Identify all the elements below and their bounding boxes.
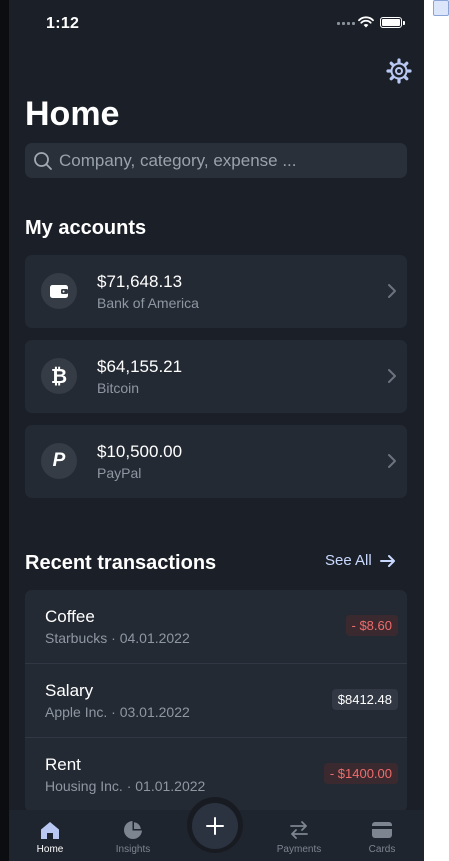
- app-screen: 1:12 Home My acco: [9, 0, 424, 861]
- pie-chart-icon: [123, 819, 143, 841]
- tab-label: Home: [36, 844, 64, 855]
- status-time: 1:12: [46, 15, 80, 32]
- transaction-subtitle: Housing Inc. · 01.01.2022: [45, 778, 206, 794]
- page-title: Home: [25, 95, 120, 133]
- chevron-right-icon: [388, 454, 396, 468]
- chevron-right-icon: [388, 284, 396, 298]
- transaction-subtitle: Starbucks · 04.01.2022: [45, 630, 190, 646]
- cellular-signal-icon: [337, 22, 355, 25]
- tab-insights[interactable]: Insights: [98, 810, 168, 861]
- account-name: Bank of America: [97, 295, 199, 311]
- tab-label: Insights: [115, 844, 151, 855]
- chevron-right-icon: [388, 369, 396, 383]
- transaction-title: Coffee: [45, 607, 95, 626]
- transaction-title: Rent: [45, 755, 81, 774]
- transaction-row[interactable]: Salary Apple Inc. · 03.01.2022 $8412.48: [25, 664, 407, 737]
- tab-cards[interactable]: Cards: [347, 810, 417, 861]
- status-bar: 1:12: [9, 0, 424, 48]
- add-button[interactable]: [192, 803, 238, 849]
- account-balance: $10,500.00: [97, 442, 183, 461]
- search-input[interactable]: [57, 149, 391, 172]
- account-card-bitcoin[interactable]: ₿ $64,155.21 Bitcoin: [25, 340, 407, 413]
- desktop-background-strip: [424, 0, 449, 861]
- account-card-paypal[interactable]: P $10,500.00 PayPal: [25, 425, 407, 498]
- tab-label: Cards: [368, 844, 396, 855]
- search-bar[interactable]: [25, 143, 407, 178]
- paypal-icon: P: [41, 443, 77, 479]
- card-icon: [372, 819, 392, 841]
- account-balance: $64,155.21: [97, 357, 183, 376]
- home-icon: [40, 819, 60, 841]
- transaction-subtitle: Apple Inc. · 03.01.2022: [45, 704, 190, 720]
- plus-icon: [206, 817, 224, 835]
- transaction-amount-badge: - $1400.00: [323, 763, 398, 784]
- tab-label: Payments: [276, 844, 322, 855]
- wallet-icon: [41, 273, 77, 309]
- tab-home[interactable]: Home: [15, 810, 85, 861]
- account-balance: $71,648.13: [97, 272, 183, 291]
- account-name: Bitcoin: [97, 380, 140, 396]
- account-card-bank-of-america[interactable]: $71,648.13 Bank of America: [25, 255, 407, 328]
- wifi-icon: [358, 16, 374, 28]
- transactions-list: Coffee Starbucks · 04.01.2022 - $8.60 Sa…: [25, 590, 407, 812]
- see-all-label: See All: [325, 552, 372, 569]
- search-icon: [34, 151, 52, 170]
- see-all-link[interactable]: See All: [325, 552, 396, 569]
- transaction-amount-badge: - $8.60: [345, 615, 398, 636]
- transaction-title: Salary: [45, 681, 94, 700]
- accounts-section-title: My accounts: [25, 217, 147, 239]
- arrow-right-icon: [379, 554, 395, 567]
- window-thumbnail-icon: [433, 0, 449, 16]
- transfer-icon: [289, 819, 309, 841]
- bitcoin-icon: ₿: [41, 358, 77, 394]
- transaction-row[interactable]: Coffee Starbucks · 04.01.2022 - $8.60: [25, 590, 407, 663]
- settings-gear-icon[interactable]: [386, 58, 412, 84]
- account-name: PayPal: [97, 465, 142, 481]
- battery-icon: [380, 17, 405, 28]
- transaction-amount-badge: $8412.48: [331, 689, 398, 710]
- tab-payments[interactable]: Payments: [264, 810, 334, 861]
- transactions-section-title: Recent transactions: [25, 552, 217, 574]
